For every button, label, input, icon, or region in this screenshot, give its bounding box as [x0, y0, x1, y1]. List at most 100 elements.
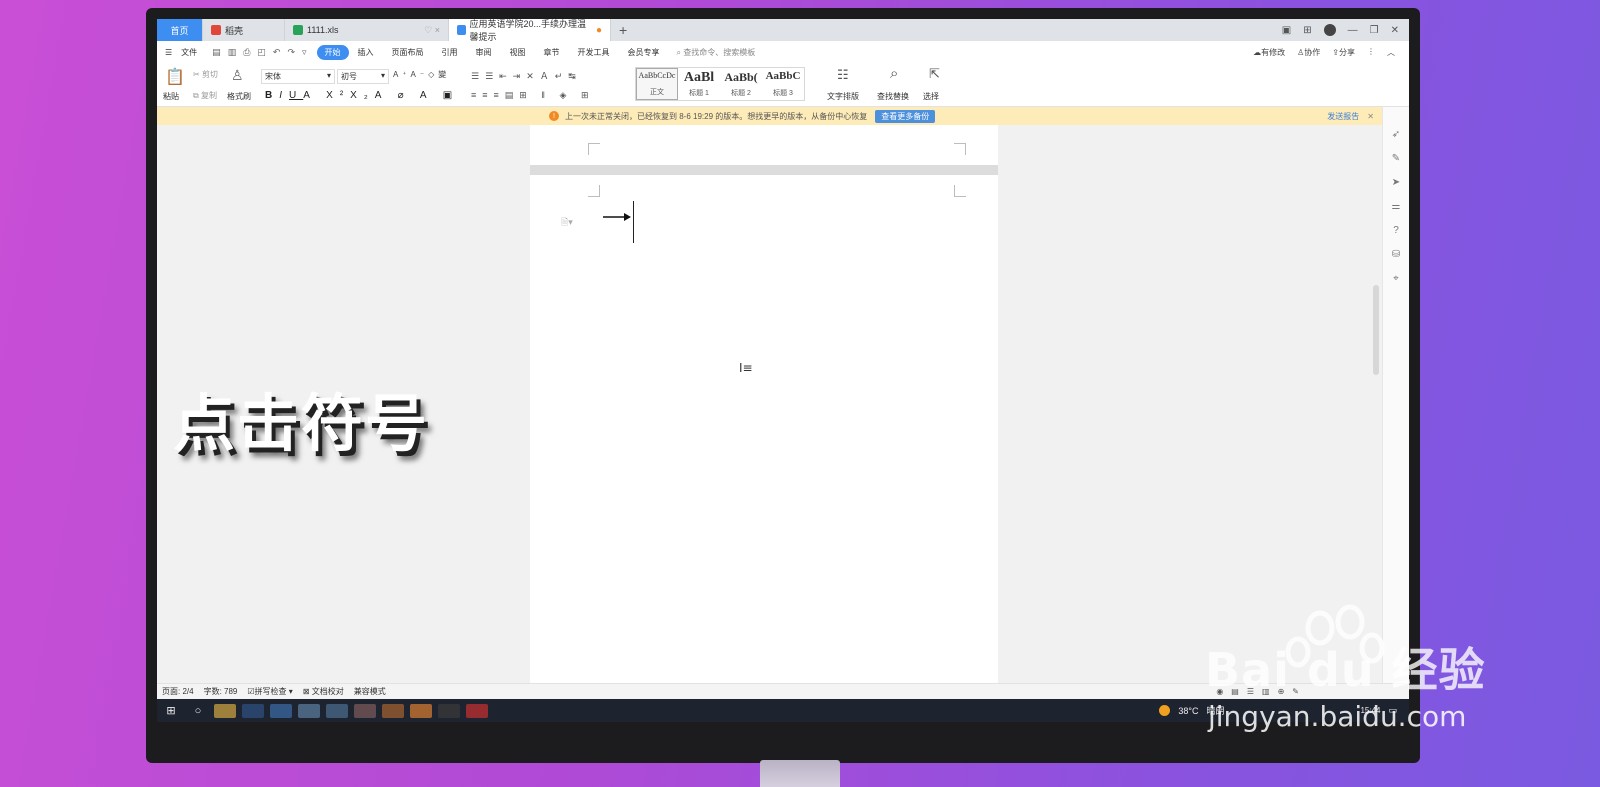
close-window-icon[interactable]: ✕ — [1391, 25, 1399, 36]
redo-icon[interactable]: ↷ — [287, 47, 295, 58]
print-icon[interactable]: ⎙ — [243, 47, 250, 58]
menu-review[interactable]: 审阅 — [467, 47, 501, 58]
text-layout-button[interactable]: 文字排版 — [827, 91, 859, 102]
list-indent-icons[interactable]: ☰☰⇤⇥✕Ａ↵↹ — [471, 69, 582, 82]
paste-icon[interactable]: 📋 — [165, 67, 185, 87]
text-caret — [633, 201, 634, 243]
taskbar-app-icon[interactable] — [214, 703, 236, 718]
tab-spreadsheet[interactable]: 1111.xls ♡ × — [285, 19, 449, 41]
window-layout-icon[interactable]: ▣ — [1282, 25, 1291, 36]
close-icon[interactable]: ♡ × — [424, 25, 440, 36]
spreadsheet-icon — [293, 25, 303, 35]
collapse-ribbon-icon[interactable]: ︿ — [1387, 47, 1395, 58]
spellcheck-toggle[interactable]: ☑拼写检查 ▾ — [247, 686, 292, 697]
avatar[interactable] — [1323, 24, 1336, 36]
text-layout-icon[interactable]: ☷ — [837, 67, 849, 83]
taskbar-app-icon[interactable] — [326, 703, 348, 718]
menu-insert[interactable]: 插入 — [349, 47, 383, 58]
align-icons[interactable]: ≡≡≡▤⊞ ‖ ◈ ⊞ — [471, 90, 594, 101]
font-size-adjust-icons[interactable]: A⁺A⁻◇變 — [393, 69, 450, 80]
paragraph-handle-icon[interactable]: 🗎▾ — [561, 215, 573, 231]
taskbar-app-icon[interactable] — [270, 703, 292, 718]
proofread-button[interactable]: ⊠ 文档校对 — [303, 686, 344, 697]
save-icon[interactable]: ▤ — [212, 47, 221, 58]
view-backups-button[interactable]: 查看更多备份 — [875, 109, 936, 123]
style-heading-3[interactable]: AaBbC 标题 3 — [762, 68, 804, 100]
taskbar-app-icon[interactable] — [354, 703, 376, 718]
menu-developer[interactable]: 开发工具 — [569, 47, 619, 58]
sliders-icon[interactable]: ⚌ — [1390, 201, 1402, 213]
backup-icon[interactable]: ⛁ — [1390, 249, 1402, 261]
close-icon[interactable]: ✕ — [1367, 112, 1374, 121]
command-search[interactable]: ⌕ 查找命令、搜索模板 — [677, 47, 756, 58]
taskbar-app-icon[interactable] — [438, 703, 460, 718]
find-icon[interactable]: ⌕ — [890, 65, 898, 82]
send-report-link[interactable]: 发送报告 — [1327, 111, 1359, 122]
menu-section[interactable]: 章节 — [535, 47, 569, 58]
tab-home-label: 首页 — [170, 25, 189, 36]
copy-button[interactable]: ⧉ 复制 — [193, 90, 217, 101]
taskbar-app-icon[interactable] — [298, 703, 320, 718]
tab-home[interactable]: 首页 — [157, 19, 203, 41]
style-normal[interactable]: AaBbCcDc 正文 — [636, 68, 678, 100]
style-heading-2[interactable]: AaBb( 标题 2 — [720, 68, 762, 100]
font-size-select[interactable]: 初号 ▾ — [337, 69, 389, 84]
menu-view[interactable]: 视图 — [501, 47, 535, 58]
document-canvas[interactable]: 🗎▾ I≡ 点击符号 — [157, 125, 1382, 695]
cut-button[interactable]: ✂ 剪切 — [193, 69, 218, 80]
font-name-select[interactable]: 宋体 ▾ — [261, 69, 335, 84]
windows-start-icon[interactable]: ⊞ — [157, 704, 185, 717]
word-count[interactable]: 字数: 789 — [204, 686, 238, 697]
apps-grid-icon[interactable]: ⊞ — [1303, 25, 1311, 36]
share-button[interactable]: ⇪分享 — [1332, 47, 1355, 58]
taskbar-app-icon[interactable] — [382, 703, 404, 718]
hamburger-icon[interactable]: ☰ — [165, 48, 172, 57]
taskbar-app-icon[interactable] — [242, 703, 264, 718]
taskbar-app-icon[interactable] — [466, 703, 488, 718]
format-painter-button[interactable]: 格式刷 — [227, 91, 251, 102]
restore-icon[interactable]: ❐ — [1370, 25, 1379, 36]
new-tab-button[interactable]: + — [611, 19, 635, 41]
cortana-icon[interactable]: ○ — [185, 705, 211, 717]
help-icon[interactable]: ? — [1390, 225, 1402, 237]
vertical-scrollbar[interactable] — [1373, 285, 1379, 375]
scissors-icon: ✂ — [193, 70, 200, 79]
pen-icon[interactable]: ✎ — [1390, 153, 1402, 165]
taskbar-app-icon[interactable] — [410, 703, 432, 718]
recovery-message: 上一次未正常关闭，已经恢复到 8-6 19:29 的版本。想找更早的版本，从备份… — [565, 111, 868, 121]
text-format-icons[interactable]: BIUA X²X₂A ⌀ A ▣ — [265, 90, 459, 101]
menu-page-layout[interactable]: 页面布局 — [383, 47, 433, 58]
menu-home[interactable]: 开始 — [316, 44, 349, 60]
paste-button[interactable]: 粘贴 — [163, 91, 179, 102]
previous-page[interactable] — [530, 125, 998, 165]
export-pdf-icon[interactable]: ▥ — [228, 47, 237, 58]
ibeam-cursor-icon: I≡ — [739, 361, 753, 375]
menu-references[interactable]: 引用 — [433, 47, 467, 58]
page-gap — [530, 165, 998, 175]
collaborate-button[interactable]: ♙协作 — [1297, 47, 1320, 58]
pointer-icon[interactable]: ➤ — [1390, 177, 1402, 189]
tab-docer[interactable]: 稻壳 — [203, 19, 285, 41]
style-heading-1[interactable]: AaBl 标题 1 — [678, 68, 720, 100]
tab-active-document[interactable]: 应用英语学院20...手续办理温馨提示 ● — [449, 19, 611, 42]
page-indicator[interactable]: 页面: 2/4 — [162, 686, 194, 697]
has-changes-button[interactable]: ☁有修改 — [1253, 47, 1285, 58]
location-icon[interactable]: ⌖ — [1390, 273, 1402, 285]
print-preview-icon[interactable]: ◰ — [257, 47, 266, 58]
select-cursor-icon[interactable]: ⇱ — [929, 66, 940, 82]
more-icon[interactable]: ⋮ — [1367, 47, 1375, 58]
temperature[interactable]: 38°C — [1178, 706, 1198, 716]
format-painter-icon[interactable]: ♙ — [231, 67, 244, 84]
rocket-icon[interactable]: ➶ — [1390, 129, 1402, 141]
menu-file[interactable]: 文件 — [172, 47, 206, 58]
menu-member[interactable]: 会员专享 — [619, 47, 669, 58]
menu-right-actions: ☁有修改 ♙协作 ⇪分享 ⋮ ︿ — [1253, 47, 1409, 58]
minimize-icon[interactable]: — — [1348, 25, 1358, 36]
weather-sun-icon — [1159, 705, 1171, 716]
current-page[interactable] — [530, 175, 998, 695]
undo-icon[interactable]: ↶ — [273, 47, 281, 58]
select-button[interactable]: 选择 — [923, 91, 939, 102]
unsaved-dot-icon: ● — [595, 24, 602, 36]
customize-icon[interactable]: ▿ — [302, 47, 307, 58]
find-replace-button[interactable]: 查找替换 — [877, 91, 909, 102]
